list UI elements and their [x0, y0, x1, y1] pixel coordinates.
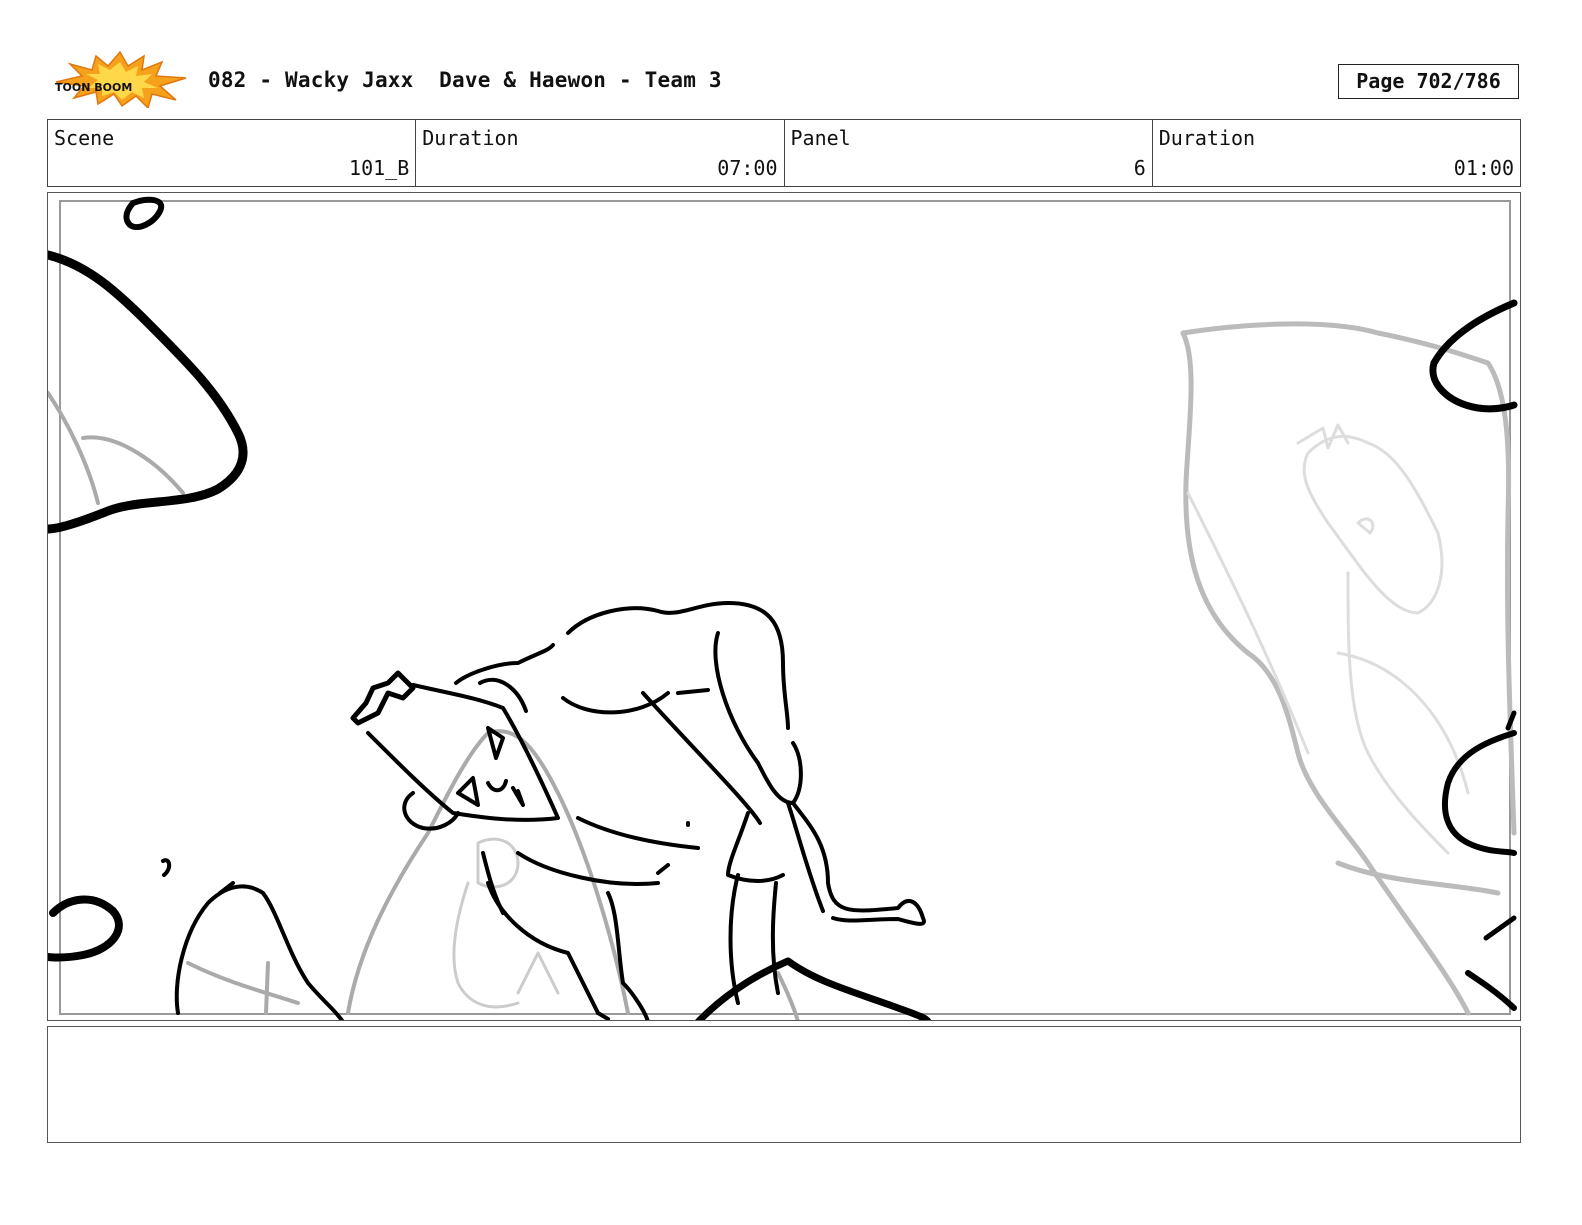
storyboard-panel: [47, 192, 1521, 1021]
toon-boom-logo: TOON BOOM: [52, 50, 188, 110]
panel-label: Panel: [790, 126, 851, 150]
storyboard-sketch: [48, 196, 1518, 1020]
right-rock-drawing: [1429, 299, 1518, 1011]
scene-cell: Scene 101_B: [48, 120, 417, 186]
scene-value: 101_B: [349, 156, 410, 180]
background-rock-sketch: [1180, 321, 1517, 1016]
panel-cell: Panel 6: [785, 120, 1153, 186]
logo-text: TOON BOOM: [55, 81, 132, 94]
scene-duration-value: 07:00: [717, 156, 778, 180]
page-number: Page 702/786: [1338, 64, 1519, 99]
document-title: 082 - Wacky Jaxx Dave & Haewon - Team 3: [208, 68, 722, 92]
panel-value: 6: [1133, 156, 1146, 180]
panel-duration-label: Duration: [1158, 126, 1256, 150]
info-table: Scene 101_B Duration 07:00 Panel 6 Durat…: [47, 119, 1521, 187]
left-rock-drawing: [48, 196, 248, 962]
scene-duration-cell: Duration 07:00: [416, 120, 785, 186]
panel-duration-value: 01:00: [1453, 156, 1514, 180]
mid-sketch: [48, 391, 800, 1020]
notes-box: [47, 1026, 1521, 1143]
scene-duration-label: Duration: [422, 126, 519, 150]
scene-label: Scene: [54, 126, 115, 150]
panel-duration-cell: Duration 01:00: [1153, 120, 1520, 186]
bottom-rock-drawing: [174, 881, 345, 1020]
